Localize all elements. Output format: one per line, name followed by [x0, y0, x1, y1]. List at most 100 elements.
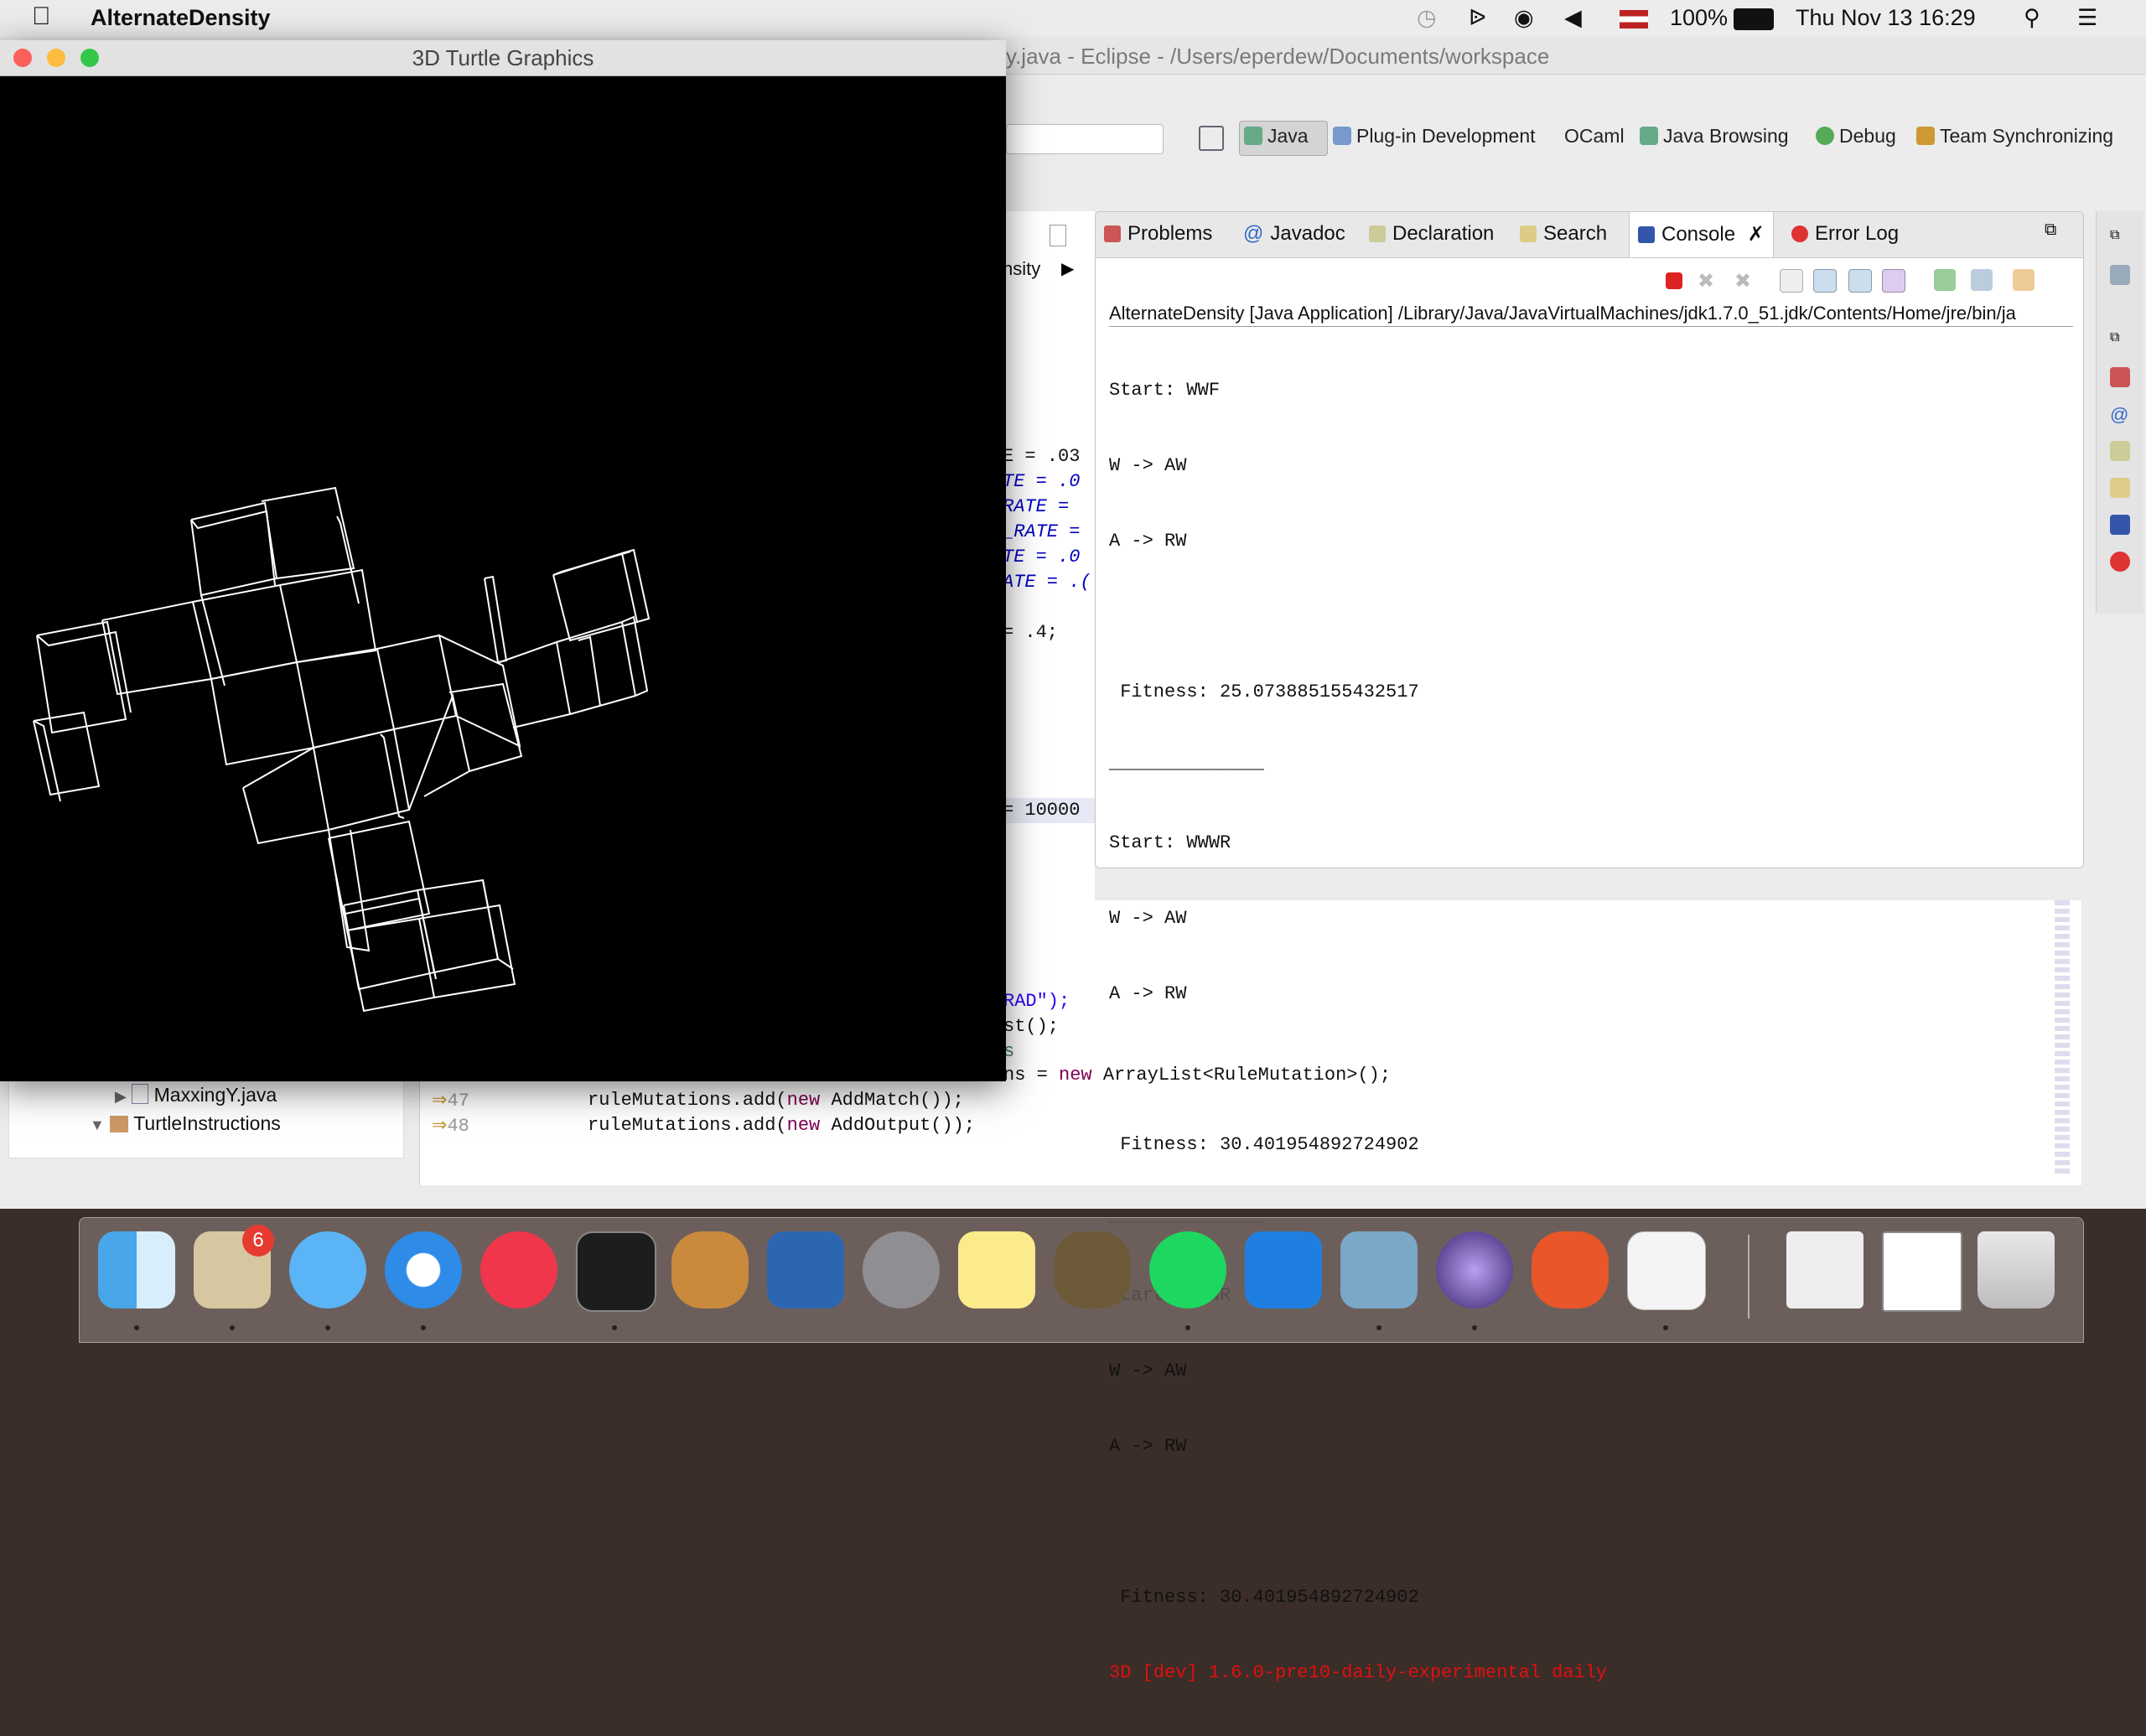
spotlight-icon[interactable]: ⚲: [2024, 5, 2040, 31]
tab-javadoc[interactable]: @ Javadoc: [1243, 222, 1345, 246]
console-icon[interactable]: [2110, 515, 2130, 535]
console-line: ______________: [1109, 753, 1264, 774]
overview-ruler[interactable]: [2055, 900, 2070, 1177]
trash-icon[interactable]: [1978, 1231, 2055, 1308]
spotify-icon[interactable]: [1149, 1231, 1226, 1308]
show-on-stdout-icon[interactable]: [1848, 269, 1872, 293]
eclipse-icon[interactable]: [1436, 1231, 1513, 1308]
turtle-graphics-window[interactable]: 3D Turtle Graphics: [0, 40, 1006, 1081]
bluetooth-icon[interactable]: ᐉ: [1469, 5, 1486, 31]
notification-center-icon[interactable]: ☰: [2077, 5, 2097, 31]
wire-box: [346, 917, 436, 1013]
search-icon: [1520, 225, 1537, 242]
declaration-icon[interactable]: [2110, 441, 2130, 461]
debug-icon: [1816, 127, 1834, 145]
clock[interactable]: Thu Nov 13 16:29: [1796, 5, 1976, 31]
tab-declaration[interactable]: Declaration: [1369, 222, 1494, 246]
remove-all-launches-icon[interactable]: ✖: [1734, 269, 1756, 293]
tree-collapse-icon[interactable]: ▼: [90, 1117, 105, 1133]
perspective-plugin-dev[interactable]: Plug-in Development: [1333, 125, 1536, 148]
scroll-lock-icon[interactable]: [1813, 269, 1837, 293]
wire-box: [376, 634, 458, 730]
volume-icon[interactable]: ◀: [1564, 5, 1582, 31]
perspective-java-browsing[interactable]: Java Browsing: [1640, 125, 1789, 148]
app-name-menu[interactable]: AlternateDensity: [91, 5, 271, 31]
override-marker-icon: ⇒: [432, 1091, 448, 1112]
breadcrumb-arrow-icon[interactable]: ▶: [1061, 258, 1074, 279]
quick-access-input[interactable]: [1006, 124, 1164, 154]
code-fragment: st();: [1003, 1016, 1060, 1037]
input-flag-icon[interactable]: [1620, 10, 1648, 29]
system-preferences-icon[interactable]: [863, 1231, 940, 1308]
outline-icon[interactable]: [2110, 265, 2130, 285]
error-log-icon[interactable]: [2110, 552, 2130, 572]
terminate-icon[interactable]: [1666, 272, 1682, 289]
turtle-title-bar[interactable]: 3D Turtle Graphics: [0, 40, 1006, 76]
itunes-icon[interactable]: [480, 1231, 557, 1308]
console-output[interactable]: Start: WWF W -> AW A -> RW Fitness: 25.0…: [1109, 328, 1607, 1736]
code-fragment: TE = .0: [1003, 471, 1081, 492]
minimize-window-icon[interactable]: [47, 49, 65, 67]
xcode-icon[interactable]: [1245, 1231, 1322, 1308]
screenshot-icon[interactable]: [1882, 1231, 1962, 1312]
gimp-icon[interactable]: [671, 1231, 749, 1308]
zoom-window-icon[interactable]: [80, 49, 99, 67]
apple-icon[interactable]: : [32, 3, 51, 31]
cauldron-icon[interactable]: [1054, 1231, 1131, 1308]
tab-search[interactable]: Search: [1520, 222, 1607, 246]
console-line: Fitness: 30.401954892724902: [1109, 1587, 1419, 1608]
zip-icon[interactable]: [1786, 1231, 1863, 1308]
preview-icon[interactable]: [1340, 1231, 1418, 1308]
close-window-icon[interactable]: [13, 49, 32, 67]
open-perspective-icon[interactable]: [1199, 126, 1224, 151]
console-line: A -> RW: [1109, 531, 1187, 552]
editor-pane-fragment[interactable]: nsity ▶ E = .03 TE = .0 RATE = _RATE = T…: [1003, 211, 1095, 907]
problems-icon[interactable]: [2110, 367, 2130, 387]
restore-icon[interactable]: ⧉: [2110, 330, 2130, 350]
open-console-icon[interactable]: [2013, 269, 2035, 291]
perspective-ocaml[interactable]: OCaml: [1564, 125, 1625, 148]
perspective-java[interactable]: Java: [1244, 125, 1309, 148]
safari-icon[interactable]: [385, 1231, 462, 1308]
pin-console-icon[interactable]: [1934, 269, 1956, 291]
finder-icon[interactable]: [98, 1231, 175, 1308]
breadcrumb[interactable]: nsity: [1003, 258, 1040, 280]
virtualbox-icon[interactable]: [767, 1231, 844, 1308]
wire-box: [328, 820, 431, 932]
tab-console[interactable]: Console ✗: [1629, 212, 1774, 257]
display-console-icon[interactable]: [1971, 269, 1993, 291]
maximize-view-icon[interactable]: ⧉: [2045, 220, 2056, 240]
perspective-debug[interactable]: Debug: [1816, 125, 1896, 148]
search-icon[interactable]: [2110, 478, 2130, 498]
remove-launch-icon[interactable]: ✖: [1698, 269, 1719, 293]
notes-icon[interactable]: [958, 1231, 1035, 1308]
battery-icon[interactable]: [1734, 8, 1774, 30]
close-tab-icon[interactable]: ✗: [1748, 223, 1765, 246]
tree-item-maxxingy[interactable]: ▶ MaxxingY.java: [115, 1084, 277, 1106]
turtle-canvas[interactable]: [0, 75, 1006, 1081]
perspective-team-sync[interactable]: Team Synchronizing: [1916, 125, 2113, 148]
tab-error-log[interactable]: Error Log: [1791, 222, 1899, 246]
tab-problems[interactable]: Problems: [1104, 222, 1212, 246]
running-indicator: [1472, 1325, 1477, 1330]
time-machine-icon[interactable]: ◷: [1417, 5, 1437, 31]
battery-percent[interactable]: 100%: [1670, 5, 1728, 31]
wifi-icon[interactable]: ◉: [1514, 5, 1534, 31]
powerpoint-icon[interactable]: [1532, 1231, 1609, 1308]
restore-icon[interactable]: ⧉: [2110, 228, 2130, 248]
package-explorer[interactable]: ▶ MaxxingY.java ▼ TurtleInstructions: [8, 1073, 404, 1158]
file-tab-icon[interactable]: [1050, 225, 1066, 246]
terminal-icon[interactable]: [576, 1231, 656, 1312]
tree-expand-icon[interactable]: ▶: [115, 1088, 127, 1105]
console-launch-header: AlternateDensity [Java Application] /Lib…: [1109, 303, 2073, 327]
show-on-stderr-icon[interactable]: [1882, 269, 1905, 293]
java-perspective-icon: [1244, 127, 1262, 145]
tree-item-turtleinstructions[interactable]: ▼ TurtleInstructions: [90, 1112, 281, 1135]
java-icon[interactable]: [1627, 1231, 1706, 1310]
clear-console-icon[interactable]: [1780, 269, 1803, 293]
javadoc-icon[interactable]: @: [2110, 404, 2130, 425]
messages-icon[interactable]: [289, 1231, 366, 1308]
